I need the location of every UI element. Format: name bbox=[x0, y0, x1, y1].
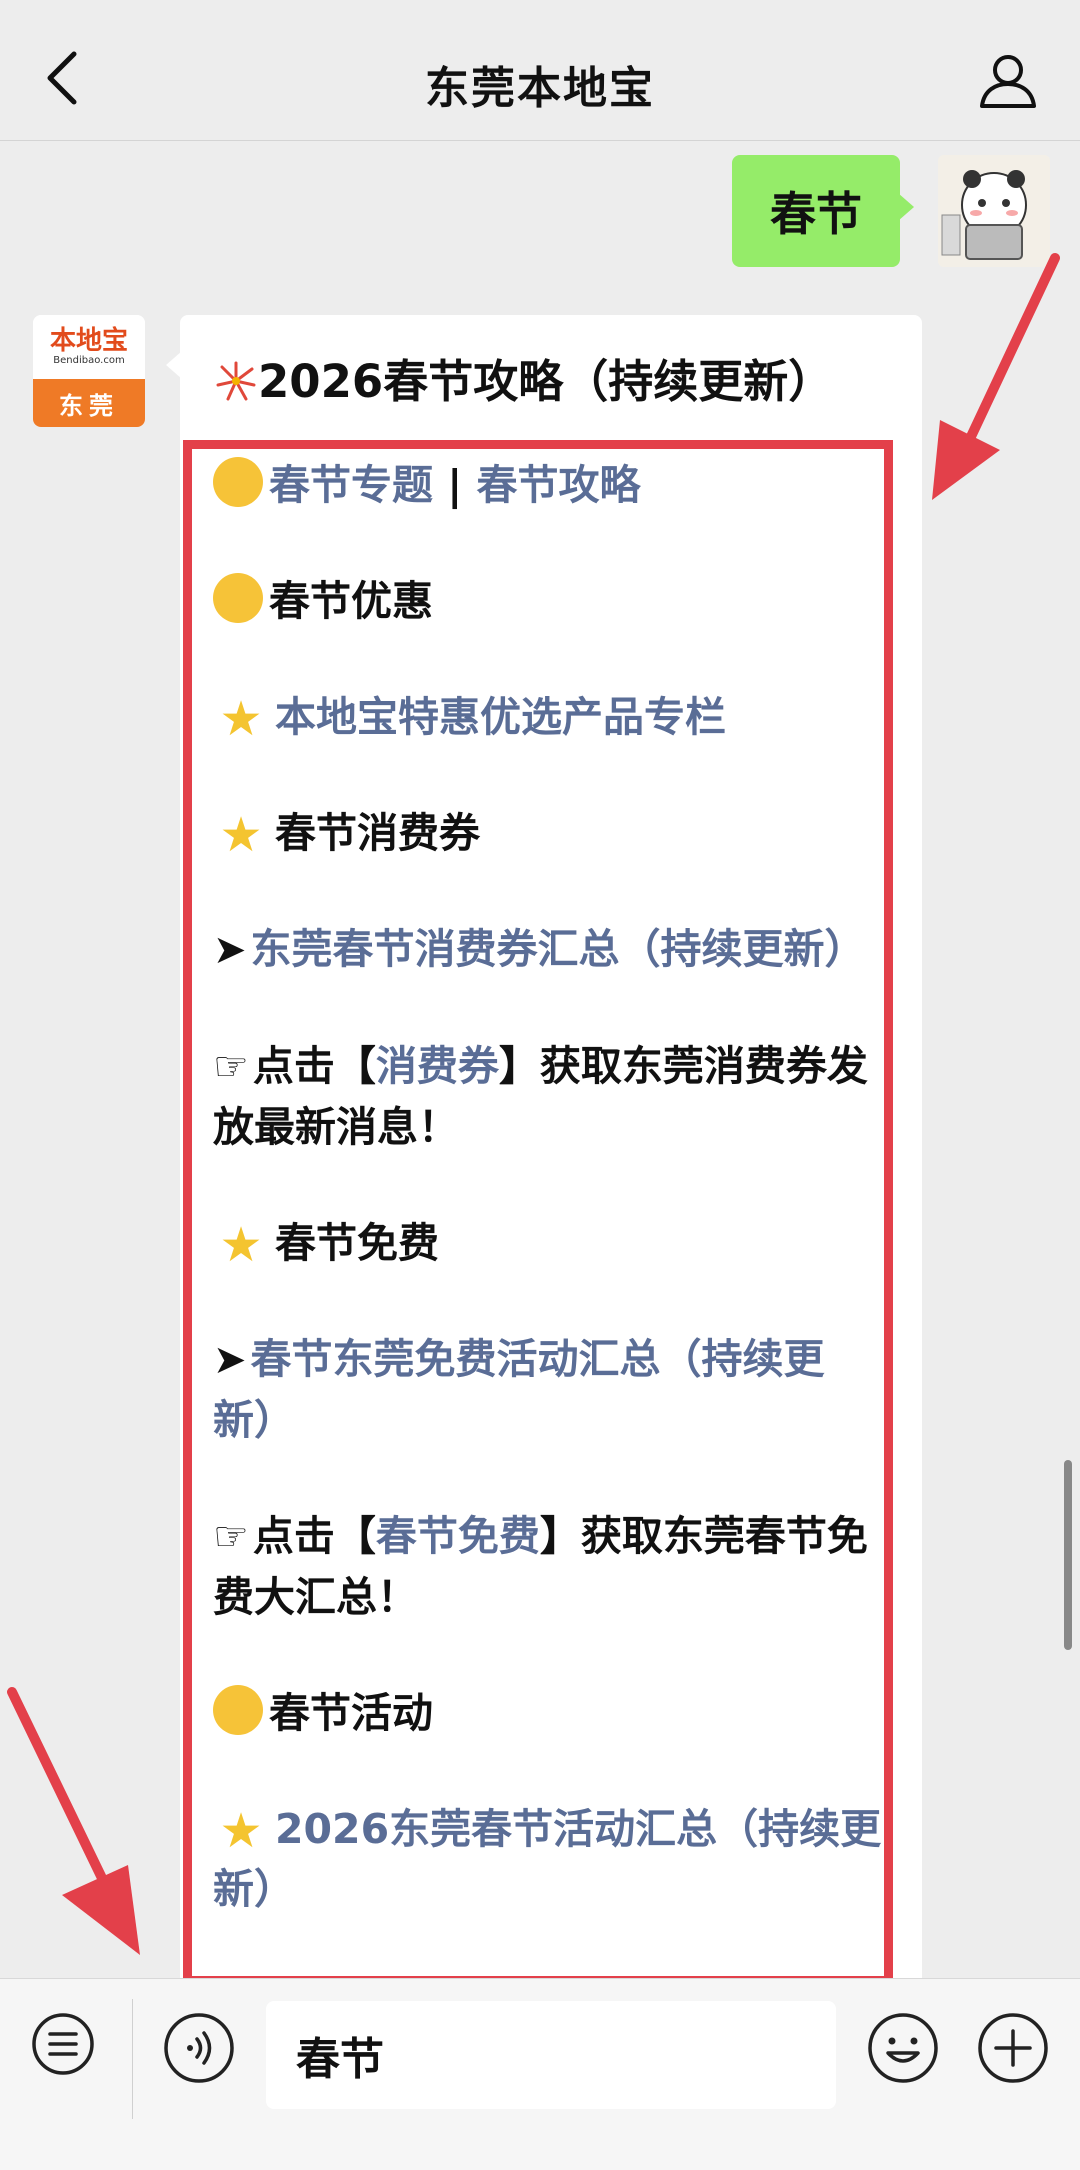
chat-title: 东莞本地宝 bbox=[425, 63, 655, 114]
pointing-hand-icon: ☞ bbox=[213, 1514, 249, 1560]
smug-face-icon bbox=[213, 457, 263, 507]
vouchers-link-row: ➤东莞春节消费券汇总（持续更新） bbox=[213, 919, 885, 980]
deals-row: 春节优惠 bbox=[213, 571, 885, 631]
vouchers-keyword-link[interactable]: 消费券 bbox=[376, 1042, 499, 1090]
free-link-row: ➤春节东莞免费活动汇总（持续更新） bbox=[213, 1329, 885, 1450]
top-bar: 东莞本地宝 bbox=[0, 0, 1080, 141]
voice-icon[interactable] bbox=[162, 2011, 236, 2085]
outgoing-message-text: 春节 bbox=[770, 187, 862, 241]
fireworks-icon bbox=[216, 361, 256, 401]
red-arrow-icon bbox=[7, 1687, 140, 1955]
free-heading-row: ★ 春节免费 bbox=[213, 1213, 885, 1273]
card-title-text: 2026春节攻略（持续更新） bbox=[258, 355, 834, 408]
free-click-row: ☞点击【春节免费】获取东莞春节免费大汇总！ bbox=[213, 1506, 885, 1627]
vouchers-click-row: ☞点击【消费券】获取东莞消费券发放最新消息！ bbox=[213, 1036, 885, 1157]
topic-row: 春节专题 | 春节攻略 bbox=[213, 455, 885, 515]
vouchers-heading: 春节消费券 bbox=[275, 809, 480, 857]
activity-heading: 春节活动 bbox=[269, 1689, 433, 1737]
emoji-icon[interactable] bbox=[866, 2011, 940, 2085]
plus-icon[interactable] bbox=[976, 2011, 1050, 2085]
free-heading: 春节免费 bbox=[275, 1219, 439, 1267]
star-icon: ★ bbox=[219, 1803, 263, 1859]
free-click-prefix: 点击【 bbox=[252, 1512, 376, 1560]
menu-list-icon[interactable] bbox=[30, 2011, 96, 2077]
message-input[interactable]: 春节 bbox=[266, 2001, 836, 2109]
vouchers-click-prefix: 点击【 bbox=[252, 1042, 376, 1090]
pointing-hand-icon: ☞ bbox=[213, 1044, 249, 1090]
scrollbar[interactable] bbox=[1064, 1460, 1072, 1650]
smirk-face-icon bbox=[213, 1685, 263, 1735]
activity-link-row: ★ 2026东莞春节活动汇总（持续更新） bbox=[213, 1799, 885, 1919]
activity-link[interactable]: 2026东莞春节活动汇总（持续更新） bbox=[213, 1805, 881, 1913]
card-content: 春节专题 | 春节攻略 春节优惠 ★ 本地宝特惠优选产品专栏 ★ 春节消费券 ➤东莞… bbox=[213, 455, 885, 1975]
avatar-site-text: Bendibao.com bbox=[53, 355, 125, 366]
arrow-bullet-icon: ➤ bbox=[213, 1337, 247, 1383]
input-divider bbox=[132, 1999, 133, 2119]
products-row: ★ 本地宝特惠优选产品专栏 bbox=[213, 687, 885, 747]
bendibao-avatar[interactable]: 本地宝 Bendibao.com 东莞 bbox=[33, 315, 145, 427]
vouchers-heading-row: ★ 春节消费券 bbox=[213, 803, 885, 863]
star-icon: ★ bbox=[219, 1217, 263, 1273]
avatar-city-text: 东莞 bbox=[33, 379, 145, 427]
profile-icon[interactable] bbox=[976, 48, 1040, 112]
deals-heading: 春节优惠 bbox=[269, 577, 433, 625]
star-icon: ★ bbox=[219, 807, 263, 863]
arrow-bullet-icon: ➤ bbox=[213, 927, 247, 973]
guide-link[interactable]: 春节攻略 bbox=[477, 461, 641, 509]
vouchers-link[interactable]: 东莞春节消费券汇总（持续更新） bbox=[251, 925, 866, 973]
surprised-face-icon bbox=[213, 573, 263, 623]
products-link[interactable]: 本地宝特惠优选产品专栏 bbox=[275, 693, 726, 741]
input-bar: 春节 bbox=[0, 1978, 1080, 2170]
red-arrow-icon bbox=[932, 253, 1060, 500]
star-icon: ★ bbox=[219, 691, 263, 747]
activity-heading-row: 春节活动 bbox=[213, 1683, 885, 1743]
free-keyword-link[interactable]: 春节免费 bbox=[376, 1512, 540, 1560]
free-link[interactable]: 春节东莞免费活动汇总（持续更新） bbox=[213, 1335, 825, 1444]
avatar-brand-text: 本地宝 bbox=[49, 326, 128, 356]
card-title: 2026春节攻略（持续更新） bbox=[214, 345, 833, 410]
outgoing-message-bubble[interactable]: 春节 bbox=[732, 155, 914, 267]
separator-text: | bbox=[447, 461, 463, 509]
topic-link[interactable]: 春节专题 bbox=[269, 461, 433, 509]
